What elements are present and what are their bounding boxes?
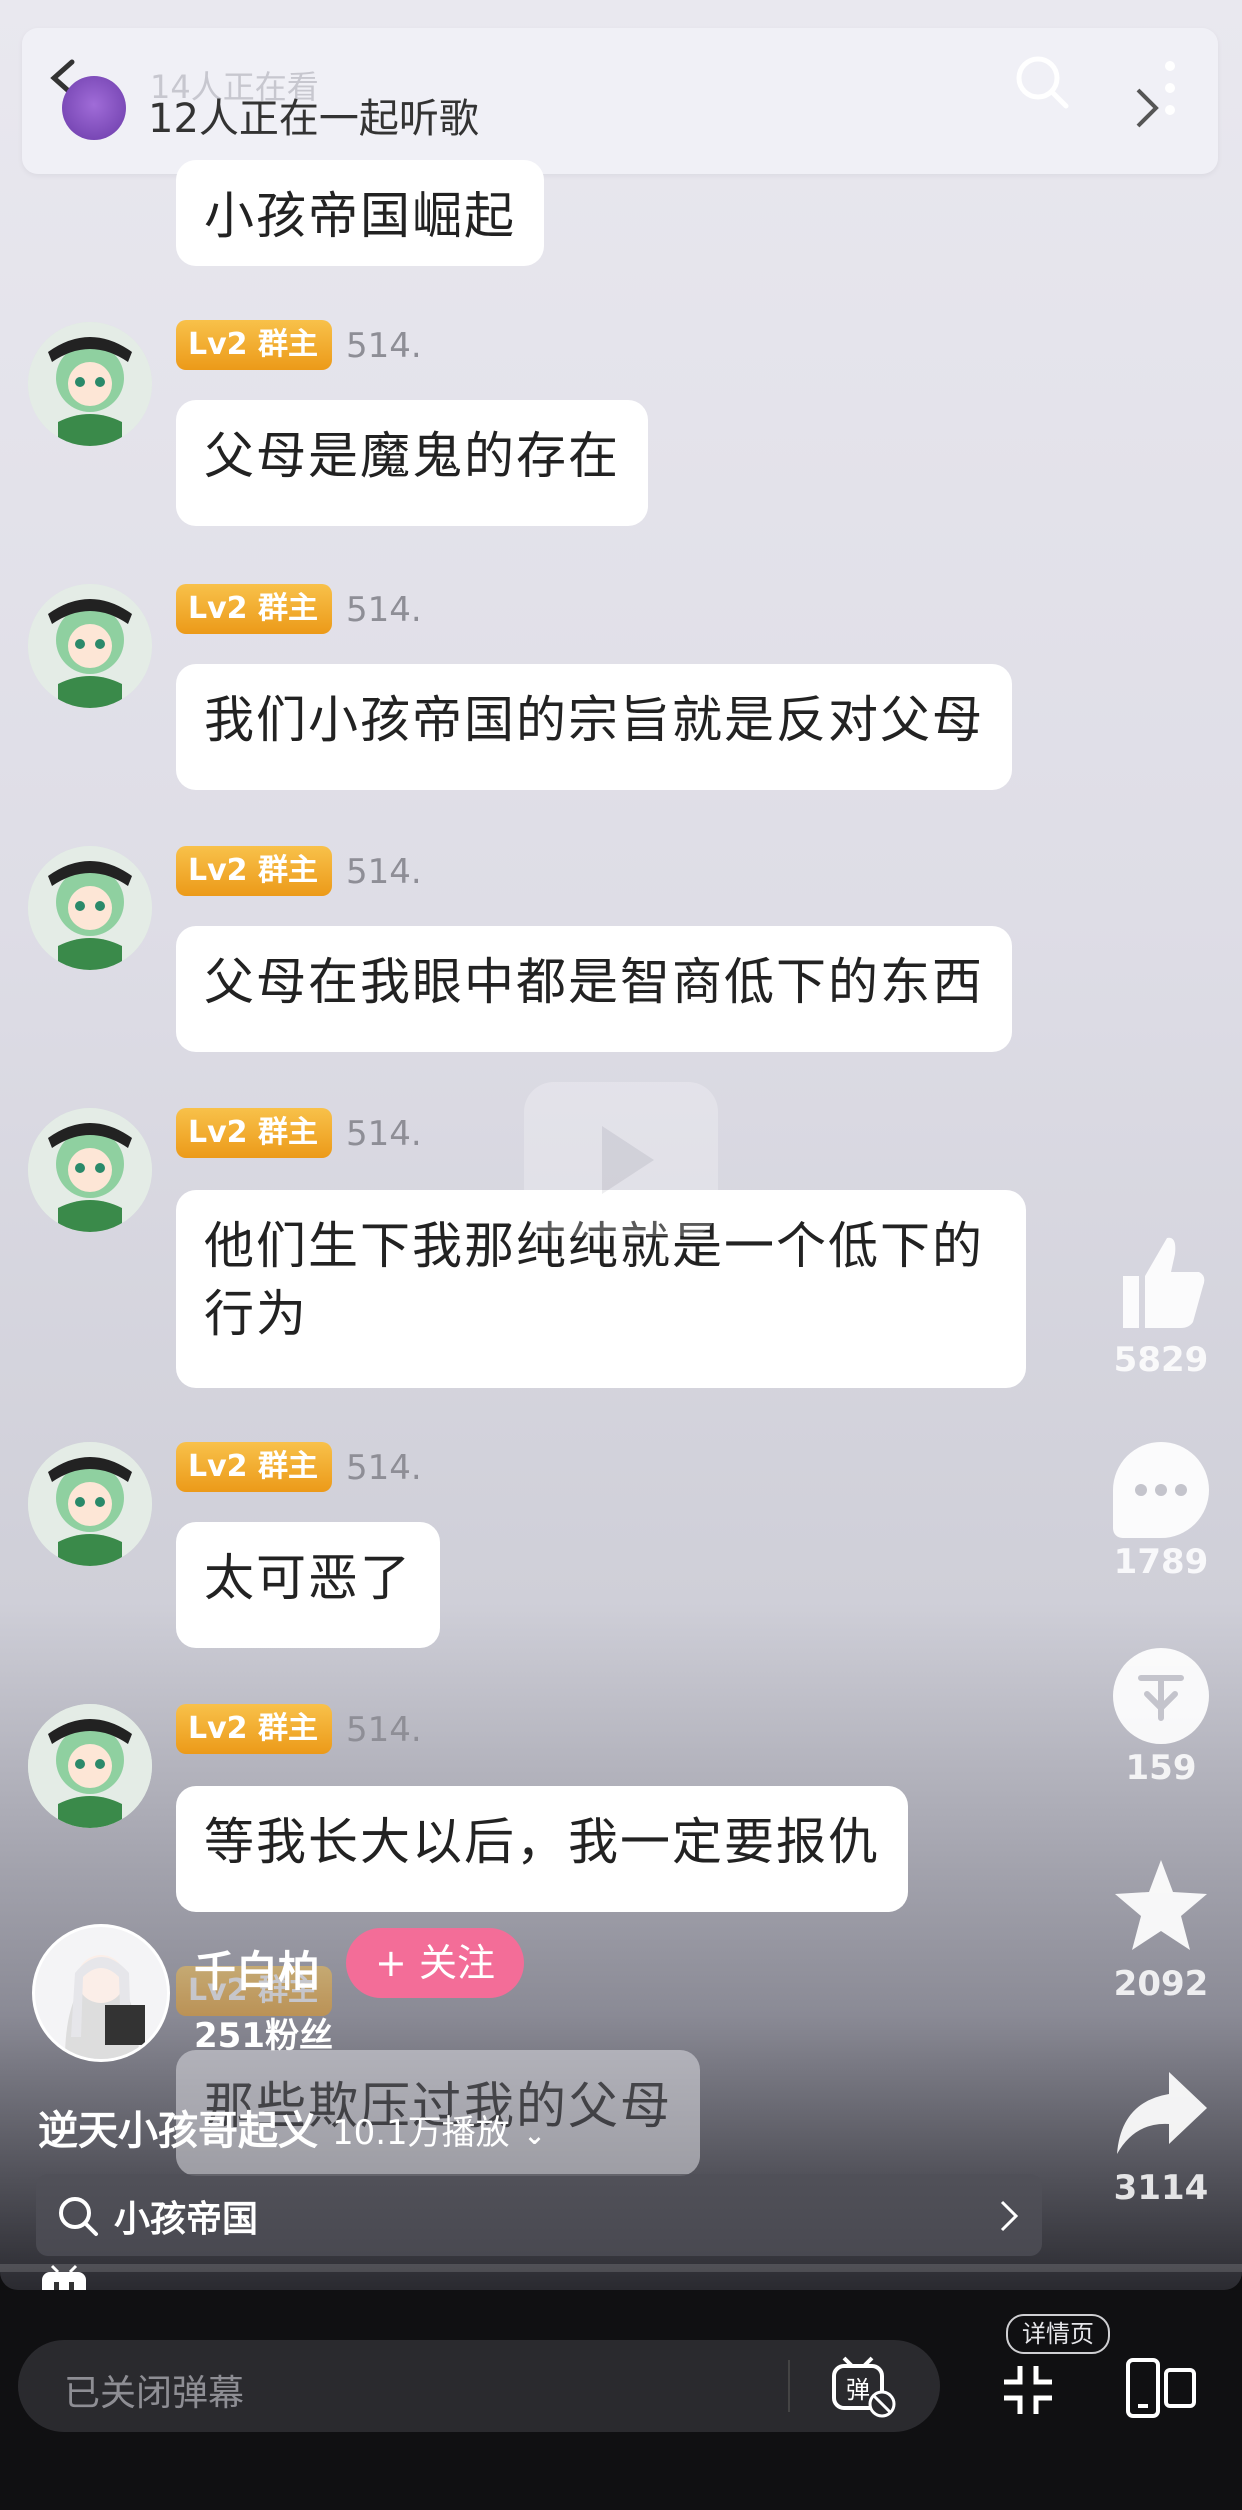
favorite-count: 2092	[1113, 1964, 1209, 2004]
favorite-button[interactable]: 2092	[1108, 1856, 1214, 2004]
comment-icon	[1113, 1442, 1209, 1538]
level-badge: Lv2 群主	[176, 584, 332, 634]
related-search-bar[interactable]: 小孩帝国	[36, 2174, 1042, 2256]
play-watermark-icon	[524, 1082, 718, 1236]
username: 514.	[346, 1710, 422, 1750]
like-icon	[1123, 1237, 1205, 1328]
danmu-toggle-icon[interactable]: 弹	[830, 2356, 898, 2418]
chevron-right-icon	[1000, 2200, 1019, 2232]
username: 514.	[346, 590, 422, 630]
user-avatar[interactable]	[28, 1442, 152, 1566]
share-button[interactable]: 3114	[1108, 2068, 1214, 2208]
divider	[788, 2360, 790, 2412]
author-avatar[interactable]	[32, 1924, 170, 2062]
share-count: 3114	[1113, 2168, 1209, 2208]
landscape-icon[interactable]	[1124, 2356, 1198, 2420]
author-name[interactable]: 千白柏	[194, 1938, 320, 1999]
progress-track[interactable]	[0, 2264, 1242, 2272]
message-bubble: 太可恶了	[176, 1522, 440, 1648]
username: 514.	[346, 326, 422, 366]
play-count: 10.1万播放	[331, 2113, 510, 2153]
user-avatar[interactable]	[28, 1704, 152, 1828]
fans-count: 251粉丝	[194, 2016, 333, 2056]
like-count: 5829	[1113, 1340, 1209, 1380]
coin-count: 159	[1125, 1748, 1197, 1788]
video-title[interactable]: 逆天小孩哥起义 10.1万播放 ⌄	[38, 2098, 545, 2156]
message-bubble: 我们小孩帝国的宗旨就是反对父母	[176, 664, 1012, 790]
level-badge: Lv2 群主	[176, 1442, 332, 1492]
username: 514.	[346, 1114, 422, 1154]
follow-button[interactable]: + 关注	[346, 1928, 524, 1998]
group-avatar	[62, 76, 126, 140]
username: 514.	[346, 1448, 422, 1488]
user-avatar[interactable]	[28, 584, 152, 708]
danmu-input[interactable]: 已关闭弹幕 弹	[18, 2340, 940, 2432]
chevron-right-icon[interactable]	[1130, 86, 1164, 130]
message-bubble: 父母在我眼中都是智商低下的东西	[176, 926, 1012, 1052]
message-bubble: 小孩帝国崛起	[176, 160, 544, 266]
listening-count: 12人正在一起听歌	[148, 96, 479, 142]
svg-text:弹: 弹	[846, 2376, 870, 2404]
search-query: 小孩帝国	[114, 2199, 259, 2240]
star-icon	[1115, 1860, 1207, 1950]
message-bubble: 父母是魔鬼的存在	[176, 400, 648, 526]
video-title-text: 逆天小孩哥起义	[38, 2108, 318, 2154]
user-avatar[interactable]	[28, 322, 152, 446]
level-badge: Lv2 群主	[176, 1108, 332, 1158]
user-avatar[interactable]	[28, 1108, 152, 1232]
message-bubble: 等我长大以后，我一定要报仇	[176, 1786, 908, 1912]
search-icon[interactable]	[1014, 54, 1070, 110]
user-avatar[interactable]	[28, 846, 152, 970]
comment-button[interactable]: 1789	[1108, 1442, 1214, 1582]
search-icon	[59, 2197, 98, 2236]
detail-page-tag[interactable]: 详情页	[1006, 2314, 1110, 2354]
video-screen[interactable]: 14人正在看 12人正在一起听歌 小孩帝国崛起 Lv2 群主 514. 父母是魔…	[0, 0, 1242, 2290]
level-badge: Lv2 群主	[176, 1704, 332, 1754]
level-badge: Lv2 群主	[176, 846, 332, 896]
like-button[interactable]: 5829	[1108, 1232, 1214, 1380]
collapse-icon[interactable]	[1000, 2362, 1056, 2418]
level-badge: Lv2 群主	[176, 320, 332, 370]
danmu-placeholder: 已关闭弹幕	[64, 2373, 245, 2414]
coin-button[interactable]: 159	[1108, 1648, 1214, 1788]
username: 514.	[346, 852, 422, 892]
coin-icon	[1113, 1648, 1209, 1744]
chevron-down-icon: ⌄	[523, 2121, 546, 2151]
share-icon	[1117, 2072, 1207, 2154]
comment-count: 1789	[1113, 1542, 1209, 1582]
